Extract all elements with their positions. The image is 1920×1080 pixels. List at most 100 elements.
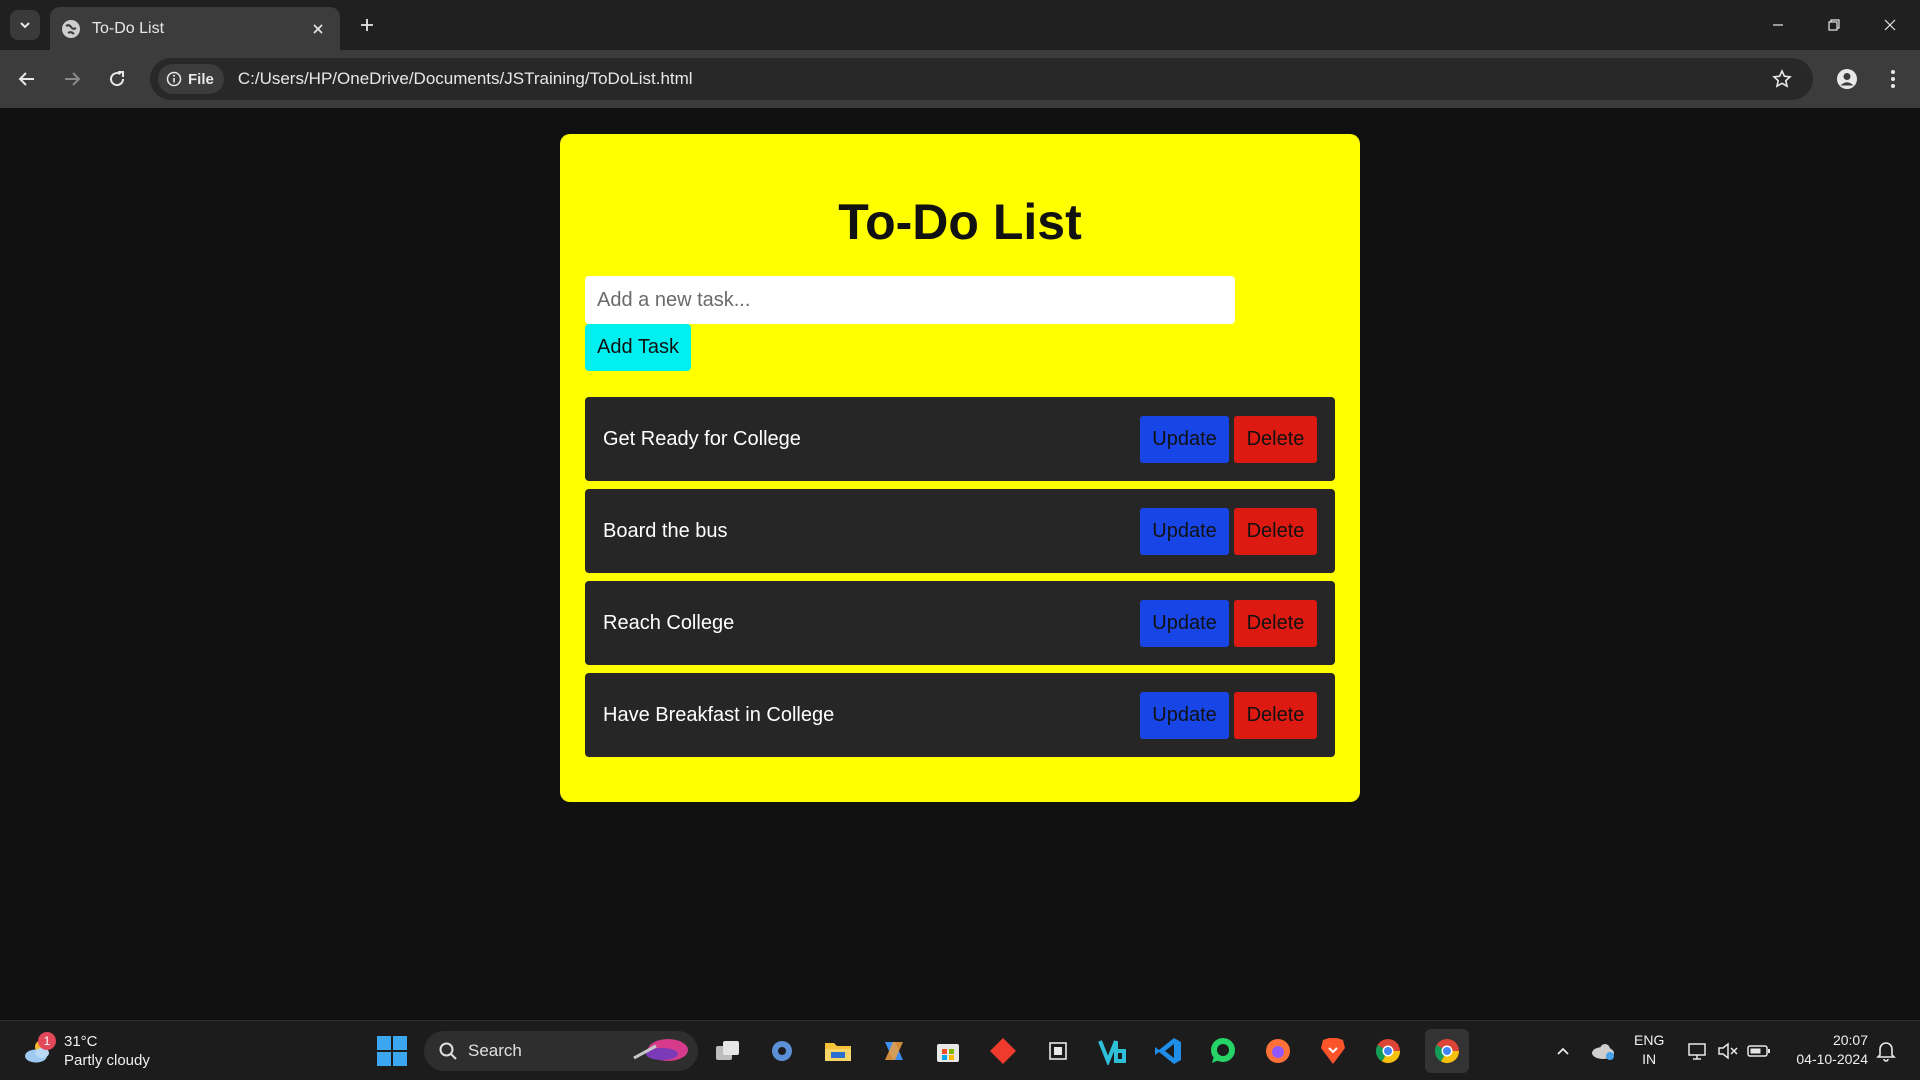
new-tab-button[interactable]: [352, 10, 382, 40]
search-label: Search: [468, 1041, 522, 1060]
new-task-input[interactable]: [585, 276, 1235, 324]
minimize-button[interactable]: [1750, 0, 1806, 50]
task-text: Get Ready for College: [603, 427, 801, 450]
info-icon: [166, 71, 182, 87]
site-info-label: File: [188, 70, 214, 88]
battery-tray[interactable]: [1744, 1035, 1774, 1067]
cloud-icon: [1592, 1044, 1614, 1060]
lang-secondary: IN: [1642, 1051, 1657, 1067]
notifications-button[interactable]: [1872, 1035, 1900, 1067]
bookmark-button[interactable]: [1765, 62, 1799, 96]
todo-card: To-Do List Add Task Get Ready for Colleg…: [560, 134, 1360, 802]
taskbar-file-explorer[interactable]: [820, 1033, 856, 1069]
tab-search-button[interactable]: [10, 10, 40, 40]
delete-task-button[interactable]: Delete: [1234, 599, 1317, 647]
site-info-chip[interactable]: File: [158, 64, 224, 94]
display-icon: [1688, 1043, 1706, 1060]
taskbar-search[interactable]: Search: [424, 1031, 698, 1071]
search-highlight-icon: [633, 1039, 688, 1061]
close-tab-button[interactable]: [306, 17, 330, 41]
forward-button[interactable]: [55, 62, 89, 96]
chevron-up-icon: [1557, 1047, 1569, 1055]
browser-menu-button[interactable]: [1876, 62, 1910, 96]
task-row: Board the bus Update Delete: [585, 489, 1335, 573]
back-button[interactable]: [10, 62, 44, 96]
volume-tray[interactable]: [1714, 1035, 1742, 1067]
weather-text: 31°C Partly cloudy: [64, 1032, 150, 1070]
browser-tabstrip: To-Do List: [0, 0, 1920, 50]
start-button[interactable]: [376, 1035, 408, 1067]
taskbar-app-vs[interactable]: [1095, 1033, 1131, 1069]
network-tray[interactable]: [1684, 1035, 1712, 1067]
chevron-down-icon: [20, 22, 30, 29]
globe-icon: [62, 19, 80, 38]
profile-icon: [1837, 69, 1857, 89]
update-task-button[interactable]: Update: [1140, 415, 1229, 463]
temperature: 31°C: [64, 1033, 98, 1050]
profile-button[interactable]: [1830, 62, 1864, 96]
taskbar-whatsapp[interactable]: [1205, 1033, 1241, 1069]
url-text[interactable]: C:/Users/HP/OneDrive/Documents/JSTrainin…: [238, 69, 1765, 89]
store-icon: [937, 1044, 959, 1062]
task-view-button[interactable]: [710, 1033, 746, 1069]
delete-task-button[interactable]: Delete: [1234, 507, 1317, 555]
onedrive-tray[interactable]: [1588, 1035, 1618, 1067]
close-icon: [1884, 19, 1896, 31]
taskbar-brave[interactable]: [1315, 1033, 1351, 1069]
windows-logo-icon: [377, 1036, 407, 1066]
show-hidden-icons-button[interactable]: [1550, 1035, 1576, 1067]
taskbar-chrome-active[interactable]: [1425, 1029, 1469, 1073]
folder-icon: [825, 1043, 851, 1061]
task-view-icon: [716, 1041, 739, 1060]
close-window-button[interactable]: [1862, 0, 1918, 50]
update-task-button[interactable]: Update: [1140, 691, 1229, 739]
taskbar: 1 31°C Partly cloudy Search ENG IN 20:07…: [0, 1020, 1920, 1080]
browser-tab-active[interactable]: To-Do List: [50, 7, 340, 50]
star-icon: [1772, 69, 1792, 88]
app-box-icon: [1049, 1042, 1067, 1060]
taskbar-vscode[interactable]: [1150, 1033, 1186, 1069]
firefox-icon: [1266, 1039, 1290, 1063]
task-row: Have Breakfast in College Update Delete: [585, 673, 1335, 757]
task-row: Reach College Update Delete: [585, 581, 1335, 665]
page-title: To-Do List: [838, 194, 1082, 250]
add-task-button[interactable]: Add Task: [585, 324, 691, 371]
delete-task-button[interactable]: Delete: [1234, 415, 1317, 463]
taskbar-firefox[interactable]: [1260, 1033, 1296, 1069]
restore-button[interactable]: [1806, 0, 1862, 50]
partly-cloudy-icon: 1: [22, 1032, 56, 1068]
address-bar[interactable]: File C:/Users/HP/OneDrive/Documents/JSTr…: [150, 58, 1813, 100]
copilot-icon: [885, 1042, 903, 1060]
vscode-icon: [1155, 1038, 1181, 1064]
browser-toolbar: File C:/Users/HP/OneDrive/Documents/JSTr…: [0, 50, 1920, 108]
vb-app-icon: [1098, 1040, 1126, 1065]
taskbar-anydesk[interactable]: [985, 1033, 1021, 1069]
volume-muted-icon: [1718, 1042, 1738, 1060]
brave-icon: [1321, 1038, 1345, 1064]
taskbar-copilot[interactable]: [876, 1033, 912, 1069]
update-task-button[interactable]: Update: [1140, 599, 1229, 647]
clock-time: 20:07: [1832, 1032, 1868, 1048]
minimize-icon: [1773, 24, 1783, 26]
close-icon: [313, 23, 323, 34]
task-list: Get Ready for College Update Delete Boar…: [585, 397, 1335, 757]
taskbar-settings[interactable]: [764, 1033, 800, 1069]
battery-icon: [1747, 1045, 1770, 1057]
forward-arrow-icon: [65, 72, 81, 86]
chrome-icon: [1434, 1039, 1459, 1064]
delete-task-button[interactable]: Delete: [1234, 691, 1317, 739]
taskbar-chrome[interactable]: [1370, 1033, 1406, 1069]
weather-notification-badge: 1: [38, 1032, 56, 1050]
gear-icon: [772, 1041, 792, 1061]
taskbar-store[interactable]: [930, 1033, 966, 1069]
input-language[interactable]: ENG IN: [1634, 1031, 1664, 1069]
system-clock[interactable]: 20:07 04-10-2024: [1786, 1031, 1868, 1069]
reload-button[interactable]: [100, 62, 134, 96]
back-arrow-icon: [18, 72, 34, 86]
task-row: Get Ready for College Update Delete: [585, 397, 1335, 481]
update-task-button[interactable]: Update: [1140, 507, 1229, 555]
task-text: Reach College: [603, 611, 735, 634]
taskbar-app[interactable]: [1040, 1033, 1076, 1069]
weather-widget[interactable]: 1 31°C Partly cloudy: [22, 1029, 150, 1073]
task-text: Board the bus: [603, 519, 728, 542]
